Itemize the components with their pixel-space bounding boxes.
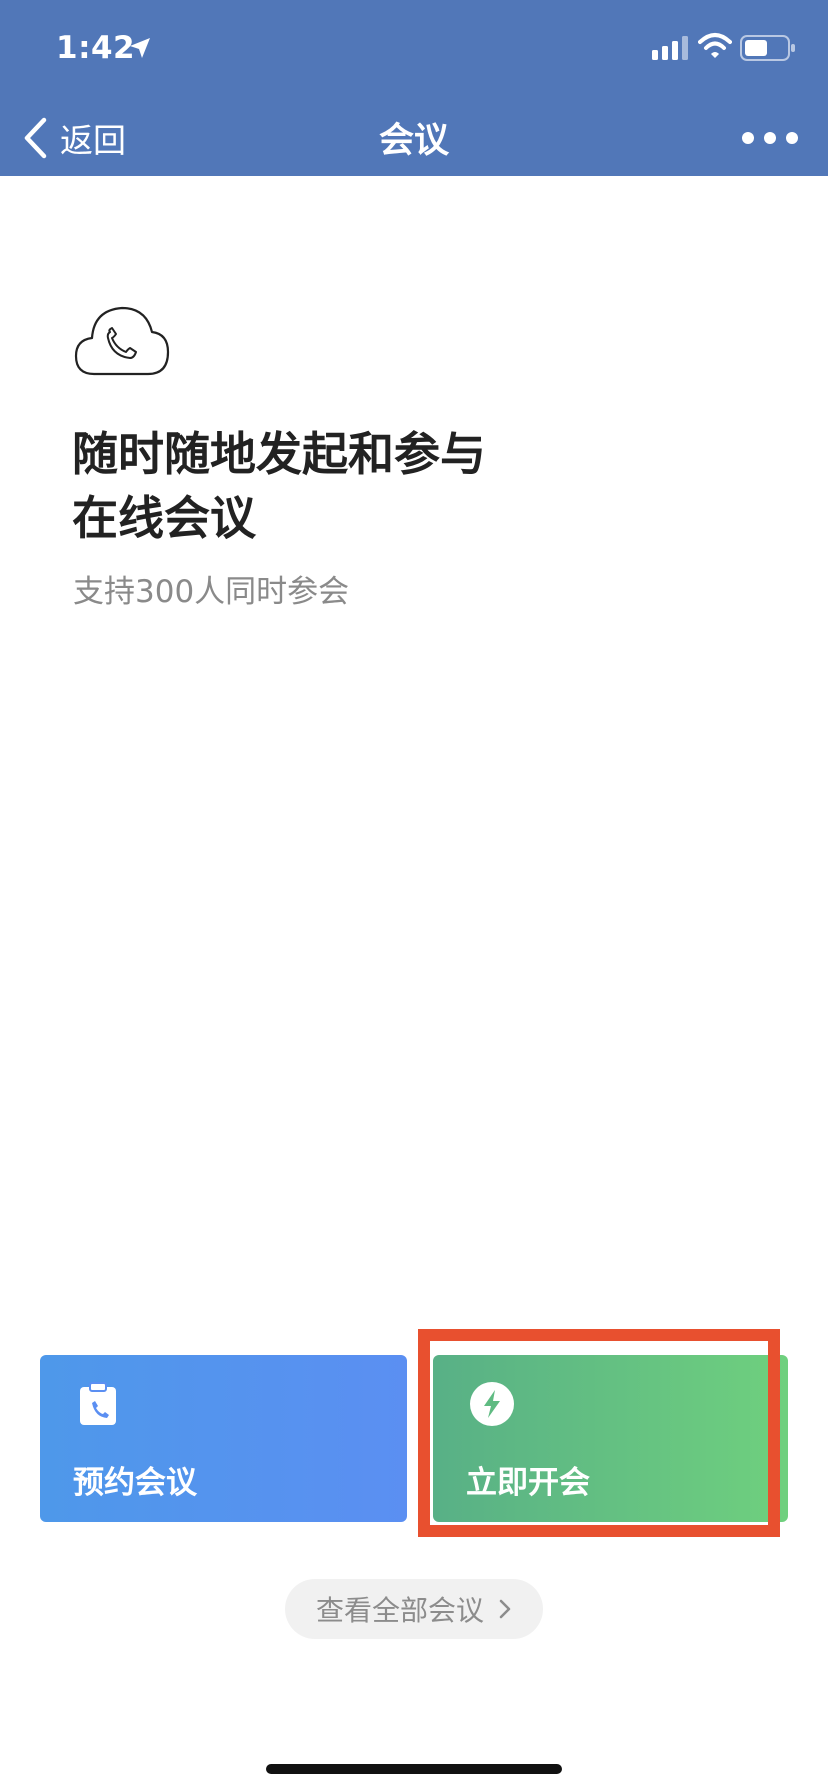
view-all-meetings-button[interactable]: 查看全部会议 <box>285 1579 543 1639</box>
battery-icon <box>740 35 795 61</box>
status-time: 1:42 <box>56 30 136 66</box>
cloud-phone-icon <box>74 306 170 376</box>
status-bar: 1:42 <box>0 0 828 100</box>
hero-headline-line1: 随时随地发起和参与 <box>72 427 486 481</box>
nav-bar: 返回 会议 <box>0 100 828 176</box>
page-title: 会议 <box>378 121 449 161</box>
hero-headline-line2: 在线会议 <box>72 491 256 545</box>
ellipsis-icon-dot <box>742 132 754 144</box>
ellipsis-icon-dot <box>764 132 776 144</box>
cellular-signal-icon <box>652 36 688 60</box>
more-button[interactable] <box>742 116 798 160</box>
ellipsis-icon-dot <box>786 132 798 144</box>
view-all-label: 查看全部会议 <box>315 1594 484 1627</box>
hero-headline: 随时随地发起和参与 在线会议 <box>72 422 612 550</box>
home-indicator[interactable] <box>266 1764 562 1774</box>
schedule-meeting-button[interactable]: 预约会议 <box>40 1355 407 1522</box>
chevron-right-icon <box>499 1599 511 1619</box>
wifi-icon <box>698 33 732 58</box>
app-header: 1:42 返回 会议 <box>0 0 828 176</box>
highlight-box <box>418 1329 780 1537</box>
schedule-meeting-label: 预约会议 <box>73 1465 197 1501</box>
hero-subtitle: 支持300人同时参会 <box>73 574 350 610</box>
location-arrow-icon <box>130 38 150 58</box>
clipboard-phone-icon <box>80 1382 116 1425</box>
